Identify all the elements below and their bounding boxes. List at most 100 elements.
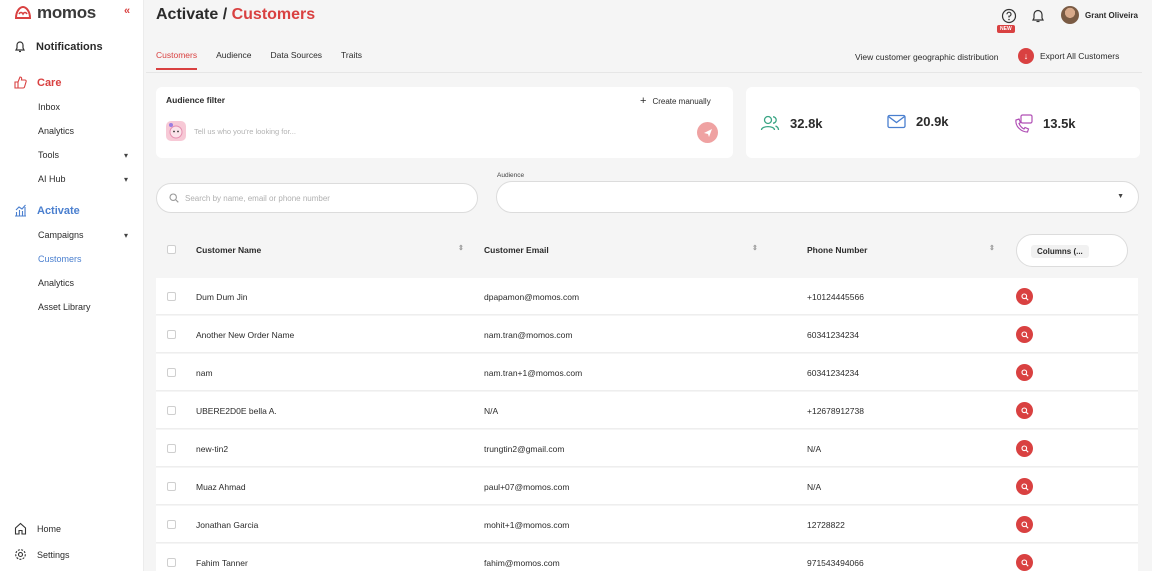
sidebar-item-campaigns[interactable]: Campaigns ▾	[38, 230, 128, 240]
tab-traits[interactable]: Traits	[341, 50, 362, 70]
column-header-phone[interactable]: Phone Number	[807, 245, 867, 255]
table-row[interactable]: Fahim Tanner fahim@momos.com 97154349406…	[156, 544, 1138, 571]
user-name[interactable]: Grant Oliveira	[1085, 11, 1138, 20]
sidebar-item-inbox[interactable]: Inbox	[38, 102, 128, 112]
cell-name: Another New Order Name	[196, 330, 295, 340]
sidebar-item-tools[interactable]: Tools ▾	[38, 150, 128, 160]
cell-name: nam	[196, 368, 213, 378]
export-all-button[interactable]: ↓ Export All Customers	[1018, 48, 1119, 64]
magnifier-icon	[1020, 520, 1029, 529]
sidebar-item-activate-analytics[interactable]: Analytics	[38, 278, 128, 288]
row-checkbox[interactable]	[167, 520, 176, 529]
send-button[interactable]	[697, 122, 718, 143]
sidebar-section-care[interactable]: Care	[14, 76, 61, 89]
magnifier-icon	[1020, 406, 1029, 415]
bell-icon	[15, 41, 25, 53]
view-customer-button[interactable]	[1016, 554, 1033, 571]
row-checkbox[interactable]	[167, 368, 176, 377]
table-row[interactable]: Dum Dum Jin dpapamon@momos.com +10124445…	[156, 278, 1138, 315]
view-customer-button[interactable]	[1016, 364, 1033, 381]
geo-distribution-link[interactable]: View customer geographic distribution	[855, 52, 998, 62]
view-customer-button[interactable]	[1016, 326, 1033, 343]
columns-label: Columns (...	[1031, 245, 1089, 258]
row-checkbox[interactable]	[167, 292, 176, 301]
row-checkbox[interactable]	[167, 330, 176, 339]
thumbs-up-icon	[14, 76, 27, 89]
column-header-name[interactable]: Customer Name	[196, 245, 261, 255]
notification-bell-icon[interactable]	[1030, 8, 1046, 24]
magnifier-icon	[1020, 330, 1029, 339]
table-header: Customer Name ⇕ Customer Email ⇕ Phone N…	[156, 233, 1138, 267]
view-customer-button[interactable]	[1016, 516, 1033, 533]
cell-email: dpapamon@momos.com	[484, 292, 580, 302]
view-customer-button[interactable]	[1016, 478, 1033, 495]
stat-phone-customers: 13.5k	[1014, 114, 1076, 133]
table-row[interactable]: Another New Order Name nam.tran@momos.co…	[156, 316, 1138, 353]
row-checkbox[interactable]	[167, 558, 176, 567]
sidebar-section-activate[interactable]: Activate	[14, 204, 80, 217]
cell-name: Jonathan Garcia	[196, 520, 259, 530]
stat-total-customers: 32.8k	[760, 114, 823, 132]
users-icon	[760, 115, 780, 131]
create-manually-button[interactable]: + Create manually	[640, 95, 711, 107]
sidebar-item-settings[interactable]: Settings	[14, 548, 70, 561]
avatar[interactable]	[1061, 6, 1079, 24]
gear-icon	[15, 549, 26, 560]
select-all-checkbox[interactable]	[167, 245, 176, 254]
column-header-email[interactable]: Customer Email	[484, 245, 549, 255]
stat-email-customers: 20.9k	[887, 114, 949, 129]
row-checkbox[interactable]	[167, 482, 176, 491]
table-row[interactable]: Muaz Ahmad paul+07@momos.com N/A	[156, 468, 1138, 505]
download-icon: ↓	[1018, 48, 1034, 64]
sort-icon[interactable]: ⇕	[989, 244, 995, 252]
table-row[interactable]: new-tin2 trungtin2@gmail.com N/A	[156, 430, 1138, 467]
sidebar-item-care-analytics[interactable]: Analytics	[38, 126, 128, 136]
sidebar-item-asset-library[interactable]: Asset Library	[38, 302, 128, 312]
chevron-down-icon: ▾	[123, 230, 128, 240]
sidebar-item-label: Inbox	[38, 102, 61, 112]
page-title-current: Customers	[231, 6, 316, 23]
table-row[interactable]: UBERE2D0E bella A. N/A +12678912738	[156, 392, 1138, 429]
create-manually-label: Create manually	[652, 96, 711, 106]
tab-customers[interactable]: Customers	[156, 50, 198, 70]
magnifier-icon	[1020, 558, 1029, 567]
cell-phone: +12678912738	[807, 406, 864, 416]
momos-logo[interactable]: momos	[14, 3, 96, 22]
mail-icon	[887, 114, 906, 129]
view-customer-button[interactable]	[1016, 402, 1033, 419]
cell-phone: 971543494066	[807, 558, 864, 568]
audience-filter-input[interactable]: Tell us who you're looking for...	[194, 127, 296, 136]
tab-audience[interactable]: Audience	[216, 50, 251, 70]
row-checkbox[interactable]	[167, 406, 176, 415]
home-icon	[14, 522, 27, 535]
customer-search-input[interactable]: Search by name, email or phone number	[156, 183, 478, 213]
cell-phone: +10124445566	[807, 292, 864, 302]
row-checkbox[interactable]	[167, 444, 176, 453]
send-icon	[703, 128, 712, 137]
sidebar-item-notifications[interactable]: Notifications	[14, 40, 103, 53]
view-customer-button[interactable]	[1016, 440, 1033, 457]
help-icon[interactable]	[1001, 8, 1017, 24]
cell-phone: 12728822	[807, 520, 845, 530]
table-row[interactable]: nam nam.tran+1@momos.com 60341234234	[156, 354, 1138, 391]
tab-divider	[146, 72, 1142, 73]
sidebar-item-ai-hub[interactable]: AI Hub ▾	[38, 174, 128, 184]
sort-icon[interactable]: ⇕	[458, 244, 464, 252]
tab-data-sources[interactable]: Data Sources	[271, 50, 323, 70]
sidebar-item-label: Tools	[38, 150, 60, 160]
view-customer-button[interactable]	[1016, 288, 1033, 305]
sidebar-item-home[interactable]: Home	[14, 522, 61, 535]
cell-email: paul+07@momos.com	[484, 482, 570, 492]
logo-text: momos	[37, 3, 96, 22]
sidebar-item-customers[interactable]: Customers	[38, 254, 128, 264]
cell-email: trungtin2@gmail.com	[484, 444, 565, 454]
audience-select[interactable]: ▼	[496, 181, 1139, 213]
sidebar-item-label: AI Hub	[38, 174, 66, 184]
table-row[interactable]: Jonathan Garcia mohit+1@momos.com 127288…	[156, 506, 1138, 543]
collapse-sidebar-icon[interactable]: «	[124, 5, 130, 17]
ai-assistant-icon	[166, 121, 186, 141]
stats-card: 32.8k 20.9k 13.5k	[746, 87, 1140, 158]
audience-select-label: Audience	[497, 172, 525, 179]
sort-icon[interactable]: ⇕	[752, 244, 758, 252]
columns-button[interactable]: Columns (...	[1016, 234, 1128, 267]
